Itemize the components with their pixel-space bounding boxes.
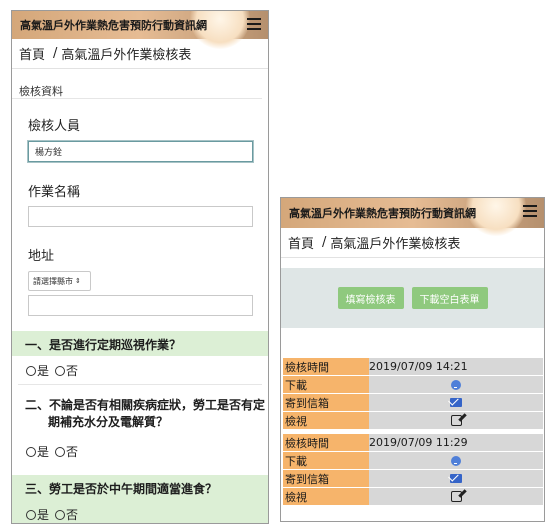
job-name-input[interactable]: [28, 206, 253, 227]
question-3-options: 是否: [12, 506, 78, 523]
chevron-updown-icon: ⇕: [75, 277, 81, 285]
record-time-label: 檢核時間: [283, 434, 369, 452]
record-time-row: 檢核時間 2019/07/09 14:21: [283, 358, 543, 376]
phone-checklist-form: 高氣溫戶外作業熱危害預防行動資訊網 首頁 / 高氣溫戶外作業檢核表 檢核資料 檢…: [11, 10, 269, 524]
breadcrumb-current: 高氣溫戶外作業檢核表: [61, 48, 192, 63]
record-view-cell: [369, 412, 543, 430]
breadcrumb-home[interactable]: 首頁: [19, 44, 45, 63]
record-view-label: 檢視: [283, 488, 369, 506]
question-2: 二、不論是否有相關疾病症狀，勞工是否有定期補充水分及電解質？: [12, 391, 268, 431]
record-email-label: 寄到信箱: [283, 394, 369, 412]
inspector-input[interactable]: 楊方銓: [28, 141, 253, 162]
breadcrumb-separator: /: [53, 46, 58, 61]
breadcrumb-separator: /: [322, 235, 327, 250]
hamburger-menu-icon[interactable]: [247, 18, 261, 31]
record-download-cell: [369, 452, 543, 470]
inspector-label: 檢核人員: [28, 119, 81, 134]
mail-icon[interactable]: [450, 474, 462, 483]
record-time-label: 檢核時間: [283, 358, 369, 376]
county-select[interactable]: 請選擇縣市 ⇕: [28, 271, 91, 291]
radio-no-label: 否: [66, 445, 79, 459]
app-header: 高氣溫戶外作業熱危害預防行動資訊網: [281, 198, 544, 236]
record-email-label: 寄到信箱: [283, 470, 369, 488]
radio-no-label: 否: [66, 508, 79, 522]
address-input[interactable]: [28, 295, 253, 316]
app-header: 高氣溫戶外作業熱危害預防行動資訊網: [12, 11, 268, 49]
app-title: 高氣溫戶外作業熱危害預防行動資訊網: [289, 207, 476, 220]
question-1: 一、是否進行定期巡視作業？: [12, 331, 268, 356]
record-download-label: 下載: [283, 376, 369, 394]
download-icon[interactable]: [451, 455, 461, 466]
job-name-label: 作業名稱: [28, 185, 81, 200]
action-bar: 填寫檢核表 下載空白表單: [281, 268, 544, 328]
phone-checklist-records: 高氣溫戶外作業熱危害預防行動資訊網 首頁 / 高氣溫戶外作業檢核表 填寫檢核表 …: [280, 197, 545, 522]
radio-yes-label: 是: [37, 364, 50, 378]
divider: [18, 384, 262, 385]
record-download-cell: [369, 376, 543, 394]
section-label: 檢核資料: [12, 69, 262, 99]
edit-icon[interactable]: [450, 491, 462, 502]
record-email-cell: [369, 470, 543, 488]
record-1: 檢核時間 2019/07/09 14:21 下載 寄到信箱 檢視: [283, 358, 543, 430]
record-time-row: 檢核時間 2019/07/09 11:29: [283, 434, 543, 452]
radio-yes[interactable]: [26, 447, 36, 457]
record-email-row: 寄到信箱: [283, 394, 543, 412]
breadcrumb-home[interactable]: 首頁: [288, 233, 314, 252]
record-email-row: 寄到信箱: [283, 470, 543, 488]
radio-yes[interactable]: [26, 510, 36, 520]
address-label: 地址: [28, 249, 55, 264]
radio-no[interactable]: [55, 510, 66, 520]
record-email-cell: [369, 394, 543, 412]
record-time-value: 2019/07/09 14:21: [369, 358, 543, 376]
app-title: 高氣溫戶外作業熱危害預防行動資訊網: [20, 19, 207, 32]
question-2-text: 二、不論是否有相關疾病症狀，勞工是否有定期補充水分及電解質？: [25, 398, 266, 429]
radio-yes-label: 是: [37, 445, 50, 459]
fill-checklist-button[interactable]: 填寫檢核表: [337, 287, 404, 309]
question-1-options: 是否: [12, 362, 78, 379]
question-3-text: 三、勞工是否於中午期間適當進食？: [25, 482, 218, 496]
record-download-row: 下載: [283, 452, 543, 470]
question-1-text: 一、是否進行定期巡視作業？: [25, 338, 182, 352]
radio-no-label: 否: [66, 364, 79, 378]
breadcrumb-current: 高氣溫戶外作業檢核表: [330, 237, 461, 252]
question-2-options: 是否: [12, 443, 78, 460]
record-download-row: 下載: [283, 376, 543, 394]
hamburger-menu-icon[interactable]: [523, 205, 537, 218]
edit-icon[interactable]: [450, 415, 462, 426]
record-2: 檢核時間 2019/07/09 11:29 下載 寄到信箱 檢視: [283, 434, 543, 506]
download-blank-form-button[interactable]: 下載空白表單: [411, 287, 488, 309]
record-view-row: 檢視: [283, 412, 543, 430]
record-time-value: 2019/07/09 11:29: [369, 434, 543, 452]
mail-icon[interactable]: [450, 398, 462, 407]
radio-yes[interactable]: [26, 366, 36, 376]
download-icon[interactable]: [451, 379, 461, 390]
record-view-cell: [369, 488, 543, 506]
radio-yes-label: 是: [37, 508, 50, 522]
radio-no[interactable]: [55, 447, 66, 457]
county-select-value: 請選擇縣市: [33, 276, 73, 286]
record-view-label: 檢視: [283, 412, 369, 430]
record-view-row: 檢視: [283, 488, 543, 506]
radio-no[interactable]: [55, 366, 66, 376]
record-download-label: 下載: [283, 452, 369, 470]
